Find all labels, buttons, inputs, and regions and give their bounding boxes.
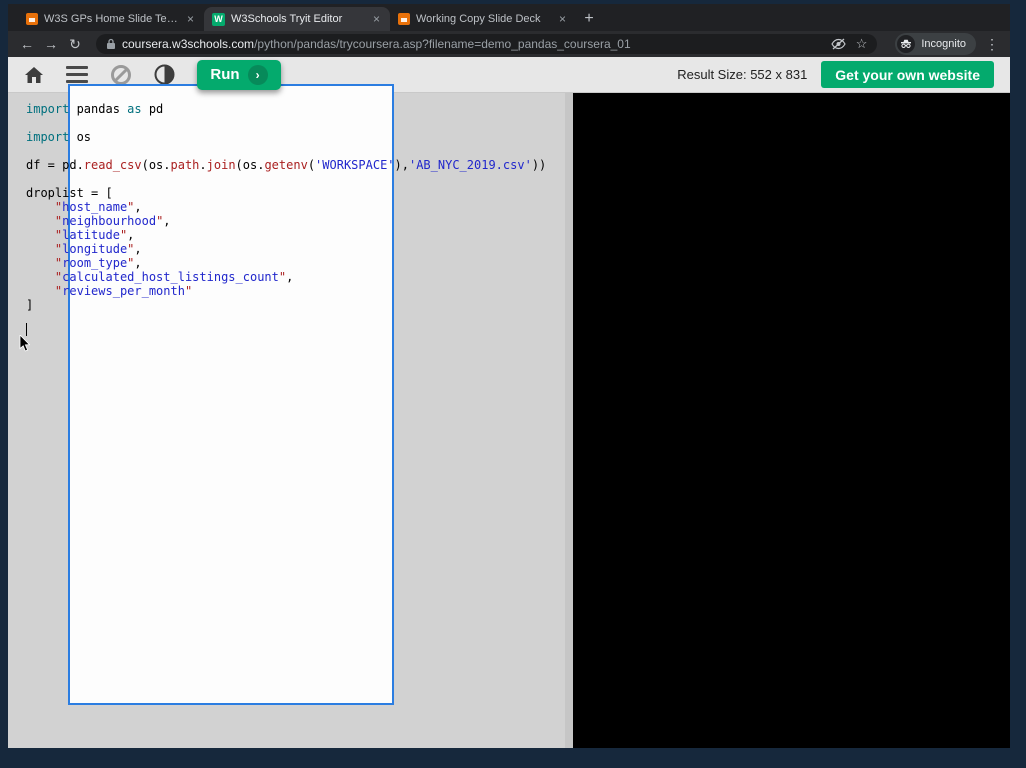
dark-mode-toggle-icon[interactable] bbox=[154, 64, 175, 85]
run-label: Run bbox=[210, 66, 240, 83]
get-your-own-website-button[interactable]: Get your own website bbox=[821, 61, 994, 88]
omnibox-trailing: ☆ bbox=[830, 36, 868, 52]
forward-icon[interactable]: → bbox=[40, 33, 62, 55]
tab-tryit-editor[interactable]: W W3Schools Tryit Editor × bbox=[204, 7, 390, 31]
incognito-icon bbox=[897, 35, 916, 53]
browser-window: W3S GPs Home Slide Temp × W W3Schools Tr… bbox=[8, 4, 1010, 748]
browser-menu-icon[interactable]: ⋮ bbox=[982, 36, 1002, 53]
tab-title: W3S GPs Home Slide Temp bbox=[44, 13, 179, 25]
tab-slides-1[interactable]: W3S GPs Home Slide Temp × bbox=[18, 7, 204, 31]
bookmark-star-icon[interactable]: ☆ bbox=[856, 36, 868, 52]
tab-bar: W3S GPs Home Slide Temp × W W3Schools Tr… bbox=[8, 4, 1010, 31]
mouse-cursor-icon bbox=[19, 334, 31, 357]
home-icon[interactable] bbox=[24, 66, 44, 84]
tab-title: W3Schools Tryit Editor bbox=[231, 13, 343, 25]
menu-icon[interactable] bbox=[66, 66, 88, 83]
tab-close-icon[interactable]: × bbox=[371, 13, 382, 25]
code-area[interactable]: import pandas as pd import os df = pd.re… bbox=[8, 93, 565, 326]
reload-icon[interactable]: ↻ bbox=[64, 33, 86, 55]
w3schools-favicon: W bbox=[212, 12, 225, 26]
url-text: coursera.w3schools.com/python/pandas/try… bbox=[122, 37, 825, 51]
run-button[interactable]: Run › bbox=[197, 59, 281, 90]
result-size-label: Result Size: 552 x 831 bbox=[677, 67, 808, 82]
tab-close-icon[interactable]: × bbox=[557, 13, 568, 25]
tab-close-icon[interactable]: × bbox=[185, 13, 196, 25]
url-domain: coursera.w3schools.com bbox=[122, 37, 255, 51]
address-bar: ← → ↻ coursera.w3schools.com/python/pand… bbox=[8, 31, 1010, 57]
url-path: /python/pandas/trycoursera.asp?filename=… bbox=[254, 37, 631, 51]
tab-title: Working Copy Slide Deck bbox=[416, 13, 541, 25]
lock-icon bbox=[107, 38, 115, 49]
run-chevron-icon: › bbox=[247, 64, 268, 85]
incognito-label: Incognito bbox=[921, 38, 966, 50]
incognito-badge: Incognito bbox=[895, 33, 976, 55]
desktop: { "browser": { "tabs": [ {"title": "W3S … bbox=[0, 0, 1026, 768]
new-tab-button[interactable]: + bbox=[576, 7, 602, 31]
back-icon[interactable]: ← bbox=[16, 33, 38, 55]
spinner-icon[interactable] bbox=[110, 64, 132, 86]
eye-off-icon[interactable] bbox=[830, 38, 846, 50]
slides-favicon bbox=[398, 13, 410, 25]
url-input[interactable]: coursera.w3schools.com/python/pandas/try… bbox=[96, 34, 878, 54]
slides-favicon bbox=[26, 13, 38, 25]
tab-slides-2[interactable]: Working Copy Slide Deck × bbox=[390, 7, 576, 31]
result-pane bbox=[573, 93, 1010, 748]
